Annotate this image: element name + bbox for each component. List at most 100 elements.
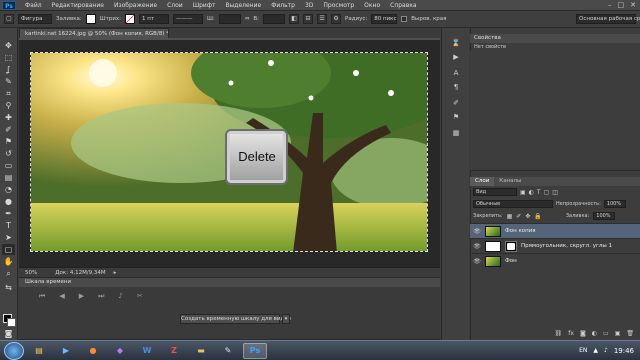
tab-channels[interactable]: Каналы bbox=[494, 177, 526, 186]
blend-mode-select[interactable]: Обычные bbox=[473, 200, 553, 208]
app-icon[interactable]: ◆ bbox=[108, 343, 132, 359]
type-tool-icon[interactable]: T bbox=[2, 220, 15, 231]
start-button[interactable] bbox=[4, 341, 24, 360]
filter-smart-icon[interactable]: ◫ bbox=[552, 189, 558, 196]
clone-stamp-tool-icon[interactable]: ⚑ bbox=[2, 136, 15, 147]
language-indicator[interactable]: EN bbox=[579, 347, 587, 354]
stroke-width-input[interactable]: 1 пт bbox=[139, 14, 170, 24]
first-frame-icon[interactable]: ⏮ bbox=[39, 292, 45, 301]
crop-tool-icon[interactable]: ⌗ bbox=[2, 88, 15, 99]
align-edges-checkbox[interactable] bbox=[401, 16, 408, 22]
dodge-tool-icon[interactable]: ● bbox=[2, 196, 15, 207]
add-mask-icon[interactable]: ◙ bbox=[580, 330, 586, 340]
hand-tool-icon[interactable]: ✋ bbox=[2, 256, 15, 267]
pen-tool-icon[interactable]: ✒ bbox=[2, 208, 15, 219]
lock-image-icon[interactable]: ✐ bbox=[516, 213, 521, 220]
swatches-panel-icon[interactable]: ▦ bbox=[450, 128, 462, 138]
tab-layers[interactable]: Слои bbox=[470, 177, 495, 186]
layer-name[interactable]: Прямоугольник, скругл. углы 1 bbox=[521, 243, 612, 249]
lasso-tool-icon[interactable]: ʆ bbox=[2, 64, 15, 75]
marquee-tool-icon[interactable]: ⬚ bbox=[2, 52, 15, 63]
brush-panel-icon[interactable]: ✐ bbox=[450, 98, 462, 108]
create-video-timeline-button[interactable]: Создать временную шкалу для видео bbox=[180, 314, 291, 324]
fill-input[interactable]: 100% bbox=[593, 212, 616, 220]
menu-image[interactable]: Изображение bbox=[109, 2, 162, 9]
next-frame-icon[interactable]: ⏭ bbox=[98, 292, 104, 301]
workspace-select[interactable]: Основная рабочая среда bbox=[576, 14, 640, 24]
link-layers-icon[interactable]: ⛓ bbox=[555, 330, 563, 340]
audio-icon[interactable]: ♪ bbox=[118, 292, 122, 300]
width-input[interactable] bbox=[218, 14, 241, 24]
paragraph-panel-icon[interactable]: ¶ bbox=[450, 82, 462, 92]
play-icon[interactable]: ▶ bbox=[79, 292, 84, 300]
new-group-icon[interactable]: ▭ bbox=[603, 330, 609, 340]
quick-select-tool-icon[interactable]: ✎ bbox=[2, 76, 15, 87]
layer-name[interactable]: Фон bbox=[505, 258, 517, 264]
minimize-icon[interactable]: – bbox=[608, 1, 612, 9]
lock-all-icon[interactable]: 🔒 bbox=[534, 213, 541, 220]
lock-transparent-icon[interactable]: ▦ bbox=[507, 213, 513, 220]
layer-row[interactable]: 👁 Прямоугольник, скругл. углы 1 bbox=[470, 238, 640, 253]
path-ops-icon[interactable]: ◧ bbox=[289, 14, 300, 24]
menu-window[interactable]: Окно bbox=[359, 2, 385, 9]
layer-style-icon[interactable]: fx bbox=[568, 330, 574, 340]
menu-help[interactable]: Справка bbox=[385, 2, 421, 9]
cut-icon[interactable]: ✂ bbox=[137, 292, 143, 300]
zoom-level[interactable]: 50% bbox=[25, 270, 37, 276]
visibility-eye-icon[interactable]: 👁 bbox=[473, 258, 481, 265]
path-align-icon[interactable]: ⊟ bbox=[303, 14, 314, 24]
menu-edit[interactable]: Редактирование bbox=[47, 2, 109, 9]
gradient-tool-icon[interactable]: ▤ bbox=[2, 172, 15, 183]
adjustment-layer-icon[interactable]: ◐ bbox=[592, 330, 597, 340]
layer-row[interactable]: 👁 Фон bbox=[470, 253, 640, 268]
network-icon[interactable]: ▲ bbox=[593, 347, 598, 354]
character-panel-icon[interactable]: A bbox=[450, 68, 462, 78]
brush-tool-icon[interactable]: ✐ bbox=[2, 124, 15, 135]
clock[interactable]: 19:46 bbox=[614, 347, 634, 355]
clone-source-panel-icon[interactable]: ⚑ bbox=[450, 112, 462, 122]
stroke-type-select[interactable]: ——— bbox=[173, 14, 204, 24]
history-brush-tool-icon[interactable]: ↺ bbox=[2, 148, 15, 159]
word-icon[interactable]: W bbox=[135, 343, 159, 359]
radius-input[interactable]: 80 пикс bbox=[371, 14, 398, 24]
background-color-swatch[interactable] bbox=[7, 318, 16, 327]
filter-adjust-icon[interactable]: ◐ bbox=[529, 189, 534, 196]
media-player-icon[interactable]: ▶ bbox=[54, 343, 78, 359]
timeline-mode-dropdown[interactable]: ▾ bbox=[282, 314, 290, 324]
layer-filter-kind-select[interactable]: Вид bbox=[473, 188, 517, 196]
filter-pixel-icon[interactable]: ▣ bbox=[520, 189, 526, 196]
layer-name[interactable]: Фон копия bbox=[505, 228, 536, 234]
status-arrow-icon[interactable]: ▸ bbox=[114, 270, 117, 276]
eraser-tool-icon[interactable]: ▭ bbox=[2, 160, 15, 171]
new-layer-icon[interactable]: ▣ bbox=[615, 330, 621, 340]
folder-icon[interactable]: ▬ bbox=[189, 343, 213, 359]
quick-mask-icon[interactable]: ◙ bbox=[2, 328, 15, 339]
menu-filter[interactable]: Фильтр bbox=[266, 2, 300, 9]
opacity-input[interactable]: 100% bbox=[603, 200, 626, 208]
volume-icon[interactable]: ♪ bbox=[604, 347, 608, 354]
rounded-rect-tool-icon[interactable]: ▢ bbox=[4, 14, 14, 24]
blur-tool-icon[interactable]: ◔ bbox=[2, 184, 15, 195]
path-select-tool-icon[interactable]: ➤ bbox=[2, 232, 15, 243]
link-icon[interactable]: ⇔ bbox=[245, 16, 250, 22]
menu-type[interactable]: Шрифт bbox=[188, 2, 221, 9]
delete-layer-icon[interactable]: 🗑 bbox=[626, 330, 634, 340]
stroke-swatch[interactable] bbox=[125, 14, 136, 24]
maximize-icon[interactable]: □ bbox=[618, 1, 625, 9]
properties-panel-tab[interactable]: Свойства bbox=[470, 34, 640, 43]
explorer-icon[interactable]: ▤ bbox=[27, 343, 51, 359]
lock-position-icon[interactable]: ✥ bbox=[525, 213, 530, 220]
filezilla-icon[interactable]: Z bbox=[162, 343, 186, 359]
height-input[interactable] bbox=[263, 14, 286, 24]
prev-frame-icon[interactable]: ◀ bbox=[59, 292, 64, 300]
path-arrange-icon[interactable]: ☰ bbox=[317, 14, 328, 24]
fill-swatch[interactable] bbox=[85, 14, 96, 24]
menu-3d[interactable]: 3D bbox=[300, 2, 318, 9]
filter-type-icon[interactable]: T bbox=[537, 189, 541, 196]
menu-file[interactable]: Файл bbox=[20, 2, 47, 9]
visibility-eye-icon[interactable]: 👁 bbox=[473, 243, 481, 250]
layer-row[interactable]: 👁 Фон копия bbox=[470, 223, 640, 238]
close-icon[interactable]: ✕ bbox=[630, 1, 636, 9]
shape-mode-select[interactable]: Фигура bbox=[18, 14, 52, 24]
filter-shape-icon[interactable]: ▢ bbox=[544, 189, 550, 196]
